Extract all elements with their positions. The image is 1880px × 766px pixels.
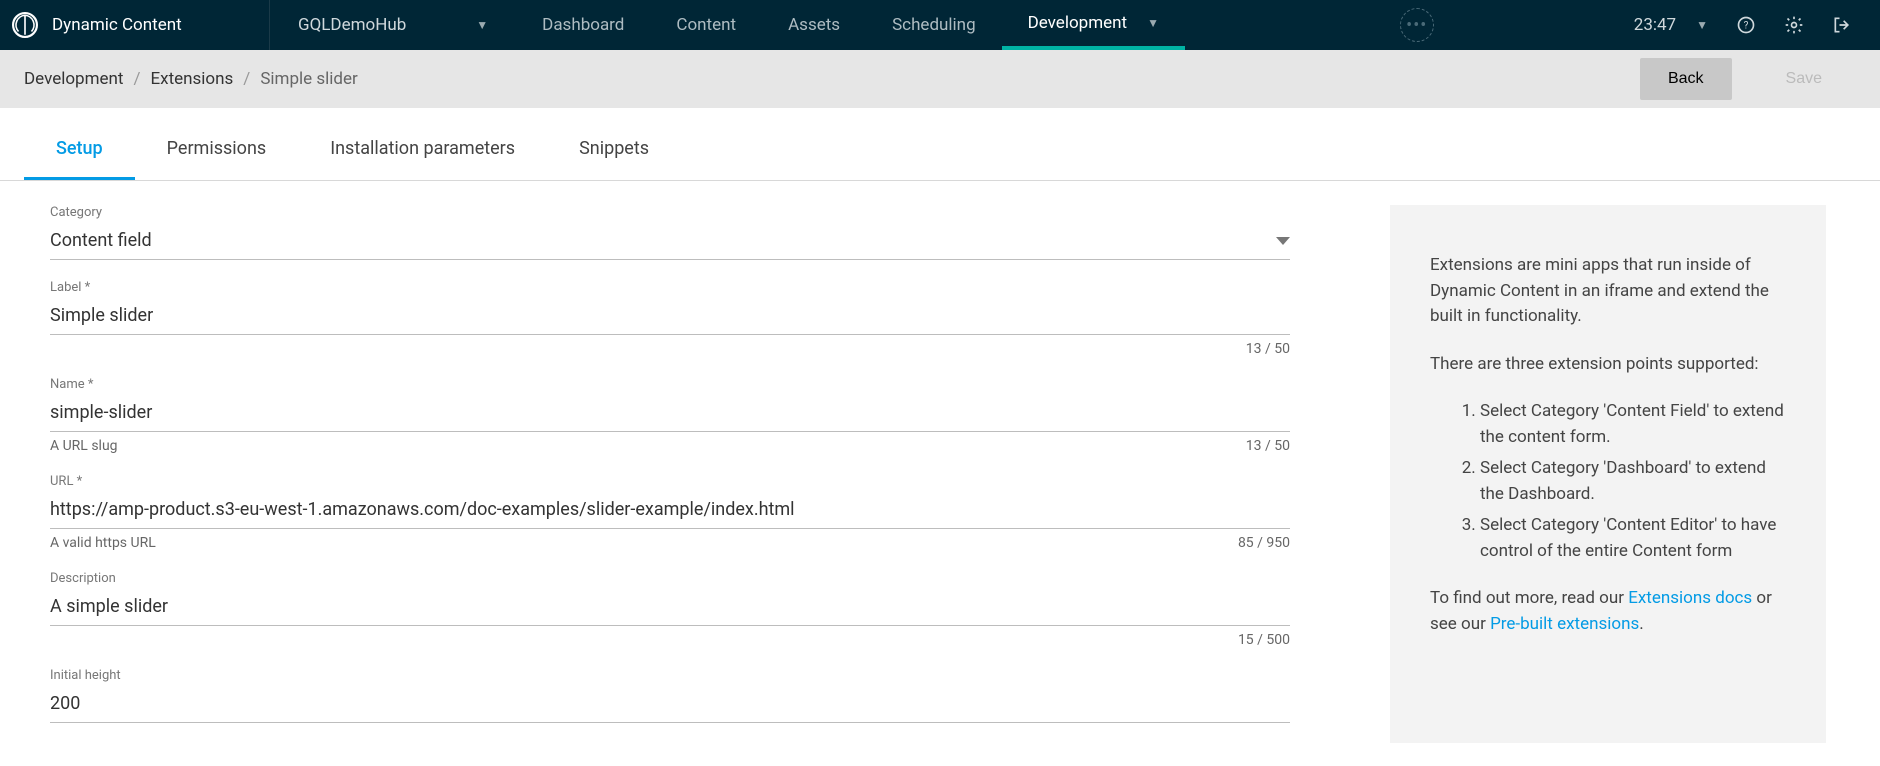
field-category: Category Content field	[50, 205, 1290, 260]
breadcrumb: Development / Extensions / Simple slider	[24, 69, 358, 89]
nav-tab-development[interactable]: Development ▼	[1002, 0, 1185, 50]
brand-icon	[12, 12, 38, 38]
name-helper: A URL slug	[50, 438, 118, 454]
description-counter: 15 / 500	[1238, 632, 1290, 648]
tab-setup[interactable]: Setup	[24, 118, 135, 180]
field-height: Initial height	[50, 668, 1290, 723]
name-input[interactable]	[50, 392, 1290, 432]
url-label: URL *	[50, 474, 1290, 489]
height-label: Initial height	[50, 668, 1290, 683]
height-input[interactable]	[50, 683, 1290, 723]
label-label: Label *	[50, 280, 1290, 295]
help-p2: There are three extension points support…	[1430, 352, 1786, 378]
help-p3: To find out more, read our Extensions do…	[1430, 586, 1786, 637]
breadcrumb-current: Simple slider	[260, 69, 357, 89]
hub-selector[interactable]: GQLDemoHub ▼	[270, 15, 516, 35]
tab-installation-parameters[interactable]: Installation parameters	[298, 118, 547, 180]
help-li2: Select Category 'Dashboard' to extend th…	[1480, 456, 1786, 507]
brand-label: Dynamic Content	[52, 15, 182, 35]
name-counter: 13 / 50	[1246, 438, 1290, 454]
breadcrumb-sep: /	[243, 69, 250, 89]
label-counter: 13 / 50	[1246, 341, 1290, 357]
chevron-down-icon: ▼	[476, 18, 488, 32]
category-value: Content field	[50, 230, 152, 251]
help-li1: Select Category 'Content Field' to exten…	[1480, 399, 1786, 450]
label-input[interactable]	[50, 295, 1290, 335]
content-area: Category Content field Label * 13 / 50 N…	[0, 181, 1880, 743]
brand-block: Dynamic Content	[0, 0, 270, 50]
nav-tab-development-label: Development	[1028, 13, 1127, 33]
breadcrumb-development[interactable]: Development	[24, 69, 123, 89]
help-p3a: To find out more, read our	[1430, 588, 1628, 608]
url-counter: 85 / 950	[1238, 535, 1290, 551]
field-name: Name * A URL slug 13 / 50	[50, 377, 1290, 454]
category-select[interactable]: Content field	[50, 220, 1290, 260]
gear-icon[interactable]	[1784, 15, 1804, 35]
chevron-down-icon: ▼	[1696, 18, 1708, 32]
prebuilt-extensions-link[interactable]: Pre-built extensions	[1490, 614, 1639, 634]
description-label: Description	[50, 571, 1290, 586]
tab-permissions[interactable]: Permissions	[135, 118, 299, 180]
time-selector[interactable]: 23:47 ▼	[1634, 15, 1708, 35]
help-p1: Extensions are mini apps that run inside…	[1430, 253, 1786, 330]
field-description: Description 15 / 500	[50, 571, 1290, 648]
back-button[interactable]: Back	[1640, 58, 1732, 100]
action-buttons: Back Save	[1640, 58, 1856, 100]
field-label-block: Label * 13 / 50	[50, 280, 1290, 357]
nav-tab-assets[interactable]: Assets	[762, 0, 866, 50]
hub-name: GQLDemoHub	[298, 15, 406, 35]
extensions-docs-link[interactable]: Extensions docs	[1628, 588, 1752, 608]
right-cluster: 23:47 ▼ ?	[1634, 15, 1880, 35]
time-label: 23:47	[1634, 15, 1676, 35]
help-panel: Extensions are mini apps that run inside…	[1390, 205, 1826, 743]
url-helper: A valid https URL	[50, 535, 156, 551]
top-navigation: Dynamic Content GQLDemoHub ▼ Dashboard C…	[0, 0, 1880, 50]
logout-icon[interactable]	[1832, 15, 1852, 35]
breadcrumb-sep: /	[133, 69, 140, 89]
url-input[interactable]	[50, 489, 1290, 529]
help-li3: Select Category 'Content Editor' to have…	[1480, 513, 1786, 564]
field-url: URL * A valid https URL 85 / 950	[50, 474, 1290, 551]
help-list: Select Category 'Content Field' to exten…	[1430, 399, 1786, 564]
notifications-bubble[interactable]: •••	[1400, 8, 1434, 42]
category-label: Category	[50, 205, 1290, 220]
nav-tab-dashboard[interactable]: Dashboard	[516, 0, 650, 50]
nav-tabs: Dashboard Content Assets Scheduling Deve…	[516, 0, 1185, 50]
nav-tab-content[interactable]: Content	[650, 0, 762, 50]
triangle-down-icon	[1276, 237, 1290, 245]
help-p3c: .	[1639, 614, 1643, 634]
inner-tabs: Setup Permissions Installation parameter…	[0, 118, 1880, 181]
description-input[interactable]	[50, 586, 1290, 626]
svg-text:?: ?	[1744, 20, 1749, 31]
dots-icon: •••	[1406, 15, 1427, 36]
chevron-down-icon: ▼	[1147, 16, 1159, 30]
nav-tab-scheduling[interactable]: Scheduling	[866, 0, 1002, 50]
name-label: Name *	[50, 377, 1290, 392]
save-button: Save	[1752, 58, 1856, 100]
tab-snippets[interactable]: Snippets	[547, 118, 681, 180]
help-icon[interactable]: ?	[1736, 15, 1756, 35]
form-column: Category Content field Label * 13 / 50 N…	[50, 205, 1290, 743]
breadcrumb-extensions[interactable]: Extensions	[150, 69, 233, 89]
subheader: Development / Extensions / Simple slider…	[0, 50, 1880, 108]
